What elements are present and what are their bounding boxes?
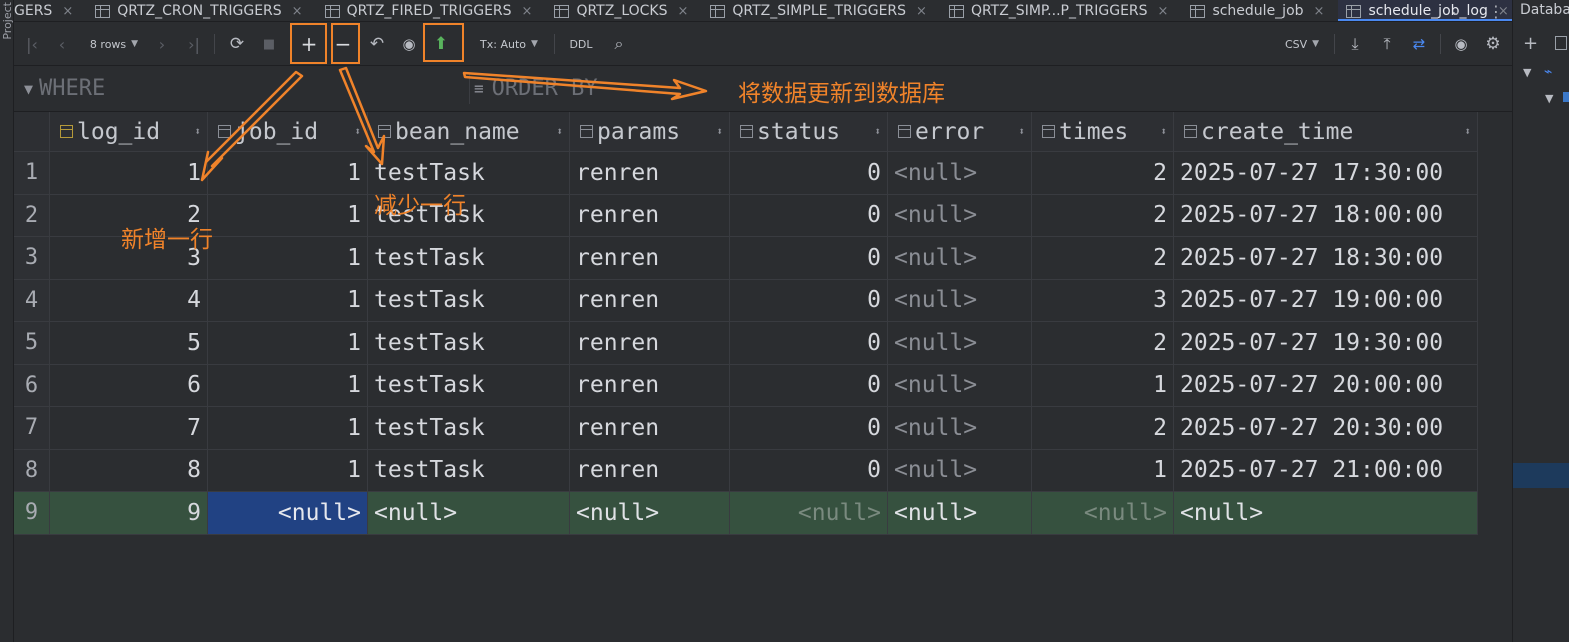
arrow-to-submit-text [462,71,708,101]
arrow-to-bean-name [338,66,386,166]
arrow-to-log-id [200,70,304,182]
annotation-add-text: 新增一行 [121,227,213,253]
annotation-delete-text: 减少一行 [374,193,466,219]
annotation-submit-text: 将数据更新到数据库 [738,81,945,107]
